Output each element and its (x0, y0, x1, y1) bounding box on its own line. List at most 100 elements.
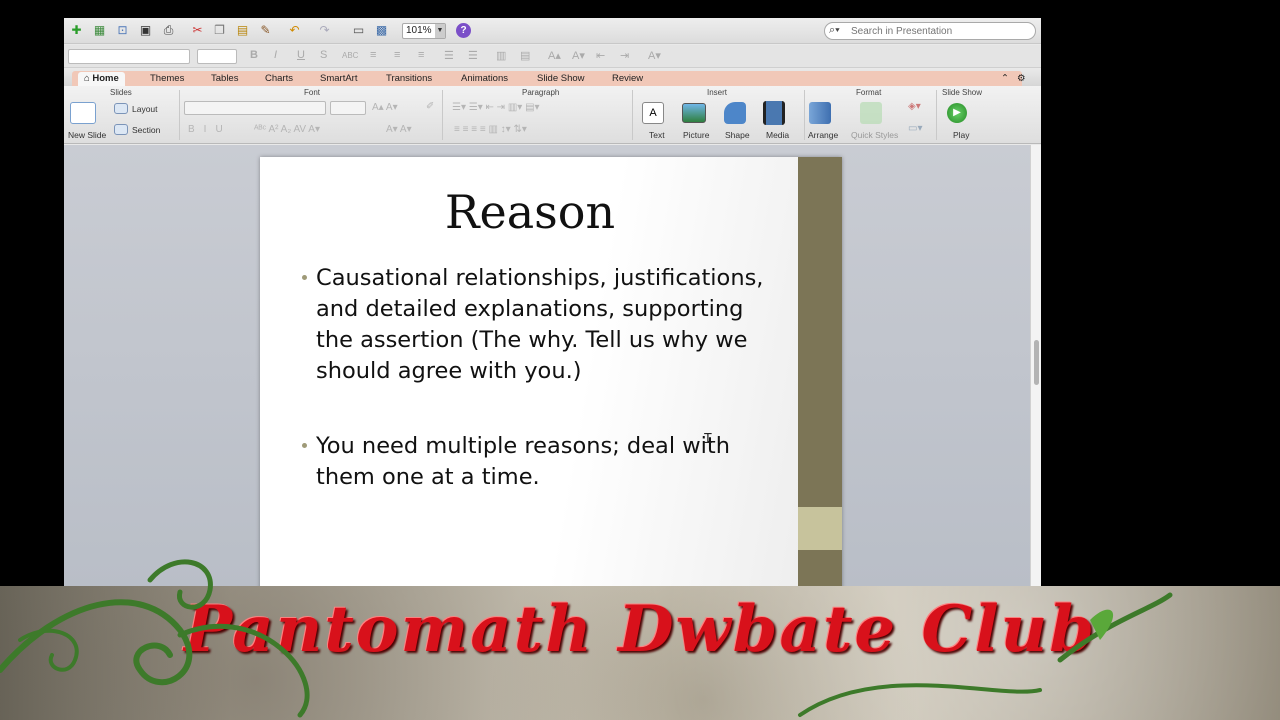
tab-transitions[interactable]: Transitions (386, 72, 432, 86)
group-separator (179, 90, 180, 140)
redo-icon[interactable]: ↷ (316, 22, 333, 39)
strikethrough-icon[interactable]: ABC (342, 51, 358, 60)
grow-font-icon[interactable]: A▴ A▾ (372, 102, 398, 113)
grow-font-icon[interactable]: A▴ (548, 49, 561, 62)
paragraph-list-icons[interactable]: ☰▾ ☰▾ ⇤ ⇥ ▥▾ ▤▾ (452, 102, 540, 113)
section-icon (114, 124, 128, 135)
chevron-down-icon: ▼ (435, 24, 445, 38)
bold-icon[interactable]: B (250, 49, 258, 61)
ribbon-font-size[interactable] (330, 101, 366, 115)
underline-icon[interactable]: U (297, 49, 305, 61)
copy-icon[interactable]: ❐ (211, 22, 228, 39)
zoom-select[interactable]: 101% ▼ (402, 23, 446, 39)
search-input[interactable] (851, 24, 1031, 38)
paste-icon[interactable]: ▤ (234, 22, 251, 39)
shape-button[interactable]: Shape (725, 130, 750, 140)
search-icon[interactable]: ⌕▾ (829, 24, 840, 37)
shape-icon (724, 102, 746, 124)
new-slide-icon[interactable] (70, 102, 96, 124)
tab-animations[interactable]: Animations (461, 72, 508, 86)
bullet-item[interactable]: Causational relationships, justification… (302, 263, 772, 387)
new-slide-button[interactable]: New Slide (68, 130, 106, 140)
text-cursor-icon: Ɪ (704, 430, 712, 446)
media-button[interactable]: Media (766, 130, 789, 140)
text-box-icon: A (642, 102, 664, 124)
font-style-icons[interactable]: BIU (188, 124, 232, 135)
tab-home[interactable]: ⌂ Home (78, 72, 125, 86)
quick-styles-button[interactable]: Quick Styles (851, 130, 898, 140)
arrange-icon (809, 102, 831, 124)
slide-editor[interactable]: Reason Causational relationships, justif… (64, 145, 1030, 588)
clear-format-icon[interactable]: ✐ (426, 101, 434, 112)
print-icon[interactable]: ⎙ (160, 22, 177, 39)
columns-icon[interactable]: ▥ (496, 49, 506, 62)
increase-indent-icon[interactable]: ⇥ (620, 49, 629, 62)
slide-canvas[interactable]: Reason Causational relationships, justif… (260, 157, 842, 588)
vertical-scrollbar[interactable] (1030, 145, 1041, 588)
align-left-icon[interactable]: ≡ (370, 49, 376, 61)
group-title-insert: Insert (707, 88, 728, 97)
presenter-icon[interactable]: ▩ (373, 22, 390, 39)
open-icon[interactable]: ⊡ (114, 22, 131, 39)
numbering-icon[interactable]: ☰ (468, 49, 478, 62)
font-size-field[interactable] (197, 49, 237, 64)
shadow-icon[interactable]: S (320, 49, 327, 61)
group-title-slides: Slides (110, 88, 132, 97)
gear-icon[interactable]: ⚙ (1017, 72, 1026, 86)
standard-toolbar: ✚ ▦ ⊡ ▣ ⎙ ✂ ❐ ▤ ✎ ↶ ↷ ▭ ▩ 101% ▼ ? ⌕▾ (64, 18, 1041, 44)
slide-bullets[interactable]: Causational relationships, justification… (302, 263, 772, 537)
tab-charts[interactable]: Charts (265, 72, 293, 86)
italic-icon[interactable]: I (274, 49, 277, 61)
ribbon-font-name[interactable] (184, 101, 326, 115)
save-icon[interactable]: ▣ (137, 22, 154, 39)
tab-themes[interactable]: Themes (150, 72, 184, 86)
undo-icon[interactable]: ↶ (286, 22, 303, 39)
format-bar: B I U S ABC ≡ ≡ ≡ ☰ ☰ ▥ ▤ A▴ A▾ ⇤ ⇥ A▾ (64, 45, 1041, 68)
bullet-item[interactable]: You need multiple reasons; deal with the… (302, 431, 772, 493)
group-separator (936, 90, 937, 140)
help-icon[interactable]: ? (456, 23, 471, 38)
layout-icon (114, 103, 128, 114)
align-center-icon[interactable]: ≡ (394, 49, 400, 61)
slide-title[interactable]: Reason (260, 185, 800, 239)
section-button[interactable]: Section (132, 125, 160, 135)
font-color-icon[interactable]: A▾ (648, 49, 661, 62)
align-right-icon[interactable]: ≡ (418, 49, 424, 61)
picture-icon (682, 103, 706, 123)
group-title-format: Format (856, 88, 882, 97)
tab-tables[interactable]: Tables (211, 72, 238, 86)
group-title-slide-show: Slide Show (942, 88, 983, 97)
shrink-font-icon[interactable]: A▾ (572, 49, 585, 62)
new-doc-icon[interactable]: ✚ (68, 22, 85, 39)
text-button[interactable]: Text (649, 130, 665, 140)
collapse-ribbon-icon[interactable]: ⌃ (1001, 72, 1009, 86)
search-box[interactable]: ⌕▾ (824, 22, 1036, 40)
line-color-icon[interactable]: ▭▾ (908, 123, 922, 134)
tab-review[interactable]: Review (612, 72, 643, 86)
play-icon[interactable]: ▶ (947, 103, 967, 123)
tab-slide-show[interactable]: Slide Show (537, 72, 585, 86)
group-separator (632, 90, 633, 140)
fill-color-icon[interactable]: ◈▾ (908, 101, 921, 112)
font-color-icon[interactable]: A▾ A▾ (386, 124, 412, 135)
slide-sorter-icon[interactable]: ▭ (350, 22, 367, 39)
decrease-indent-icon[interactable]: ⇤ (596, 49, 605, 62)
cut-icon[interactable]: ✂ (189, 22, 206, 39)
font-effects-icons[interactable]: ᴬᴮᶜ A² A₂ AV A▾ (254, 124, 320, 135)
text-direction-icon[interactable]: ▤ (520, 49, 530, 62)
play-button[interactable]: Play (953, 130, 970, 140)
gallery-icon[interactable]: ▦ (91, 22, 108, 39)
tab-smartart[interactable]: SmartArt (320, 72, 357, 86)
ribbon-tabs: ⌂ Home Themes Tables Charts SmartArt Tra… (64, 69, 1041, 86)
font-name-field[interactable] (68, 49, 190, 64)
picture-button[interactable]: Picture (683, 130, 709, 140)
zoom-value: 101% (406, 25, 432, 36)
bullets-icon[interactable]: ☰ (444, 49, 454, 62)
scroll-thumb[interactable] (1034, 340, 1039, 385)
paragraph-align-icons[interactable]: ≡ ≡ ≡ ≡ ▥ ↕▾ ⇅▾ (454, 124, 527, 135)
format-painter-icon[interactable]: ✎ (257, 22, 274, 39)
layout-button[interactable]: Layout (132, 104, 158, 114)
group-title-paragraph: Paragraph (522, 88, 560, 97)
arrange-button[interactable]: Arrange (808, 130, 838, 140)
group-title-font: Font (304, 88, 321, 97)
